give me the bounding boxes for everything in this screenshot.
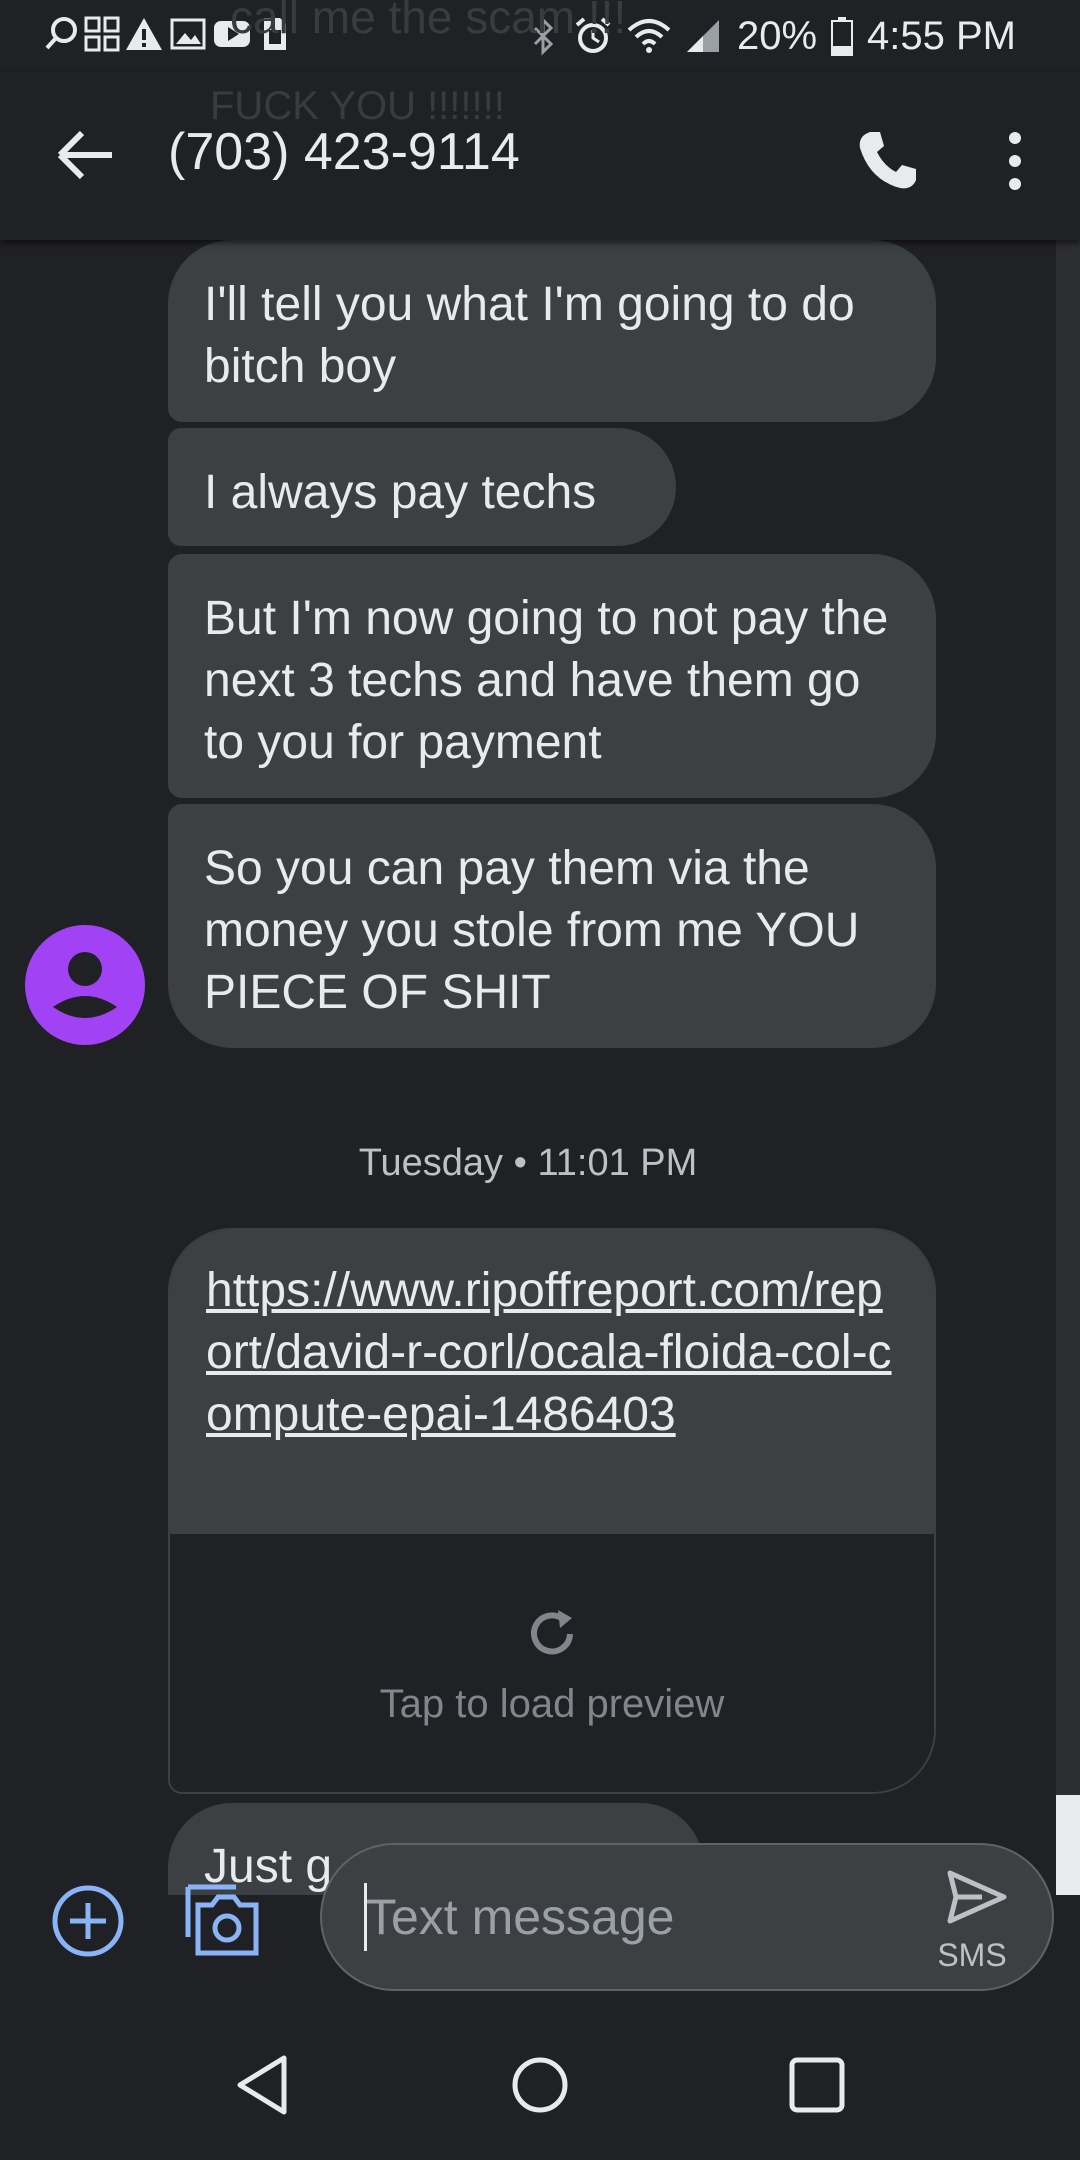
faded-notification-text: call me the scam !!! [230, 0, 627, 43]
nav-home-icon[interactable] [505, 2050, 575, 2120]
message-field[interactable]: SMS [320, 1843, 1054, 1991]
send-label: SMS [937, 1937, 1007, 1973]
preview-label: Tap to load preview [379, 1682, 725, 1726]
phone-icon[interactable] [852, 126, 922, 196]
send-icon [947, 1870, 1007, 1924]
more-vert-icon[interactable] [990, 126, 1040, 196]
refresh-icon [531, 1610, 573, 1655]
text-caret [364, 1883, 367, 1951]
image-icon [170, 18, 206, 50]
message-list[interactable]: I'll tell you what I'm going to do bitch… [0, 240, 1056, 1895]
app-bar: FUCK YOU !!!!!!! (703) 423-9114 [0, 72, 1080, 240]
compose-bar: SMS [0, 1835, 1080, 2005]
status-bar: 20% 4:55 PM call me the scam !!! [0, 0, 1080, 72]
navigation-bar [0, 2010, 1080, 2160]
warning-icon [126, 18, 162, 50]
battery-percent: 20% [736, 13, 818, 58]
nav-recents-icon[interactable] [782, 2050, 852, 2120]
message-bubble[interactable]: I always pay techs [168, 428, 676, 546]
camera-gallery-icon[interactable] [182, 1879, 262, 1959]
link-preview[interactable]: Tap to load preview [170, 1534, 934, 1792]
person-icon [53, 952, 117, 1018]
send-button[interactable]: SMS [912, 1865, 1032, 1975]
apps-grid-icon [84, 16, 120, 52]
link-text-container: https://www.ripoffreport.com/report/davi… [170, 1230, 934, 1534]
signal-icon [686, 20, 719, 52]
back-arrow-icon[interactable] [50, 120, 120, 190]
battery-icon [831, 17, 854, 56]
message-link[interactable]: https://www.ripoffreport.com/report/davi… [206, 1264, 892, 1441]
link-message[interactable]: https://www.ripoffreport.com/report/davi… [168, 1228, 936, 1794]
contact-avatar[interactable] [25, 925, 145, 1045]
date-divider: Tuesday • 11:01 PM [358, 1142, 698, 1184]
message-bubble[interactable]: I'll tell you what I'm going to do bitch… [168, 240, 936, 422]
text-message-input[interactable] [366, 1881, 866, 1953]
scrollbar-track[interactable] [1056, 240, 1080, 1895]
add-circle-icon[interactable] [50, 1883, 126, 1959]
wifi-icon [627, 19, 671, 53]
nav-back-icon[interactable] [228, 2050, 298, 2120]
conversation-title: (703) 423-9114 [168, 123, 520, 181]
clock: 4:55 PM [867, 13, 1016, 58]
message-bubble[interactable]: So you can pay them via the money you st… [168, 804, 936, 1048]
search-icon [45, 17, 77, 50]
message-bubble[interactable]: But I'm now going to not pay the next 3 … [168, 554, 936, 798]
